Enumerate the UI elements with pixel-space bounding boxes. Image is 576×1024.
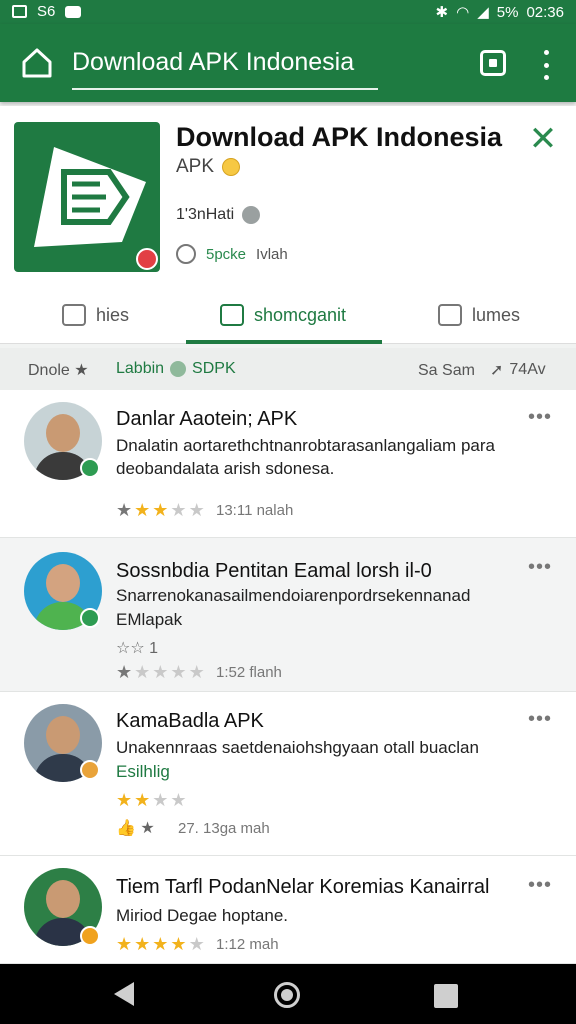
- battery-text: 5%: [496, 3, 519, 21]
- rating-stars: ★ ★ ★ ★: [116, 790, 187, 810]
- item-time: 13:11 nalah: [216, 502, 294, 519]
- list-item[interactable]: Danlar Aaotein; APK ••• Dnalatin aortare…: [0, 390, 576, 538]
- item-title: Tiem Tarfl PodanNelar Koremias Kanairral: [116, 876, 490, 898]
- heart-icon[interactable]: [176, 244, 196, 264]
- item-text: Unakennraas saetdenaiohshgyaan otall bua…: [116, 738, 479, 757]
- comment-icon: [220, 304, 244, 326]
- item-text-2: Esilhlig: [116, 760, 546, 783]
- item-text: Miriod Degae hoptane.: [116, 906, 289, 925]
- more-options-icon[interactable]: •••: [528, 708, 552, 731]
- more-options-icon[interactable]: •••: [528, 556, 552, 579]
- item-title: Sossnbdia Pentitan Eamal lorsh il-0: [116, 560, 432, 582]
- title-underline: [72, 88, 378, 90]
- app-name: Download APK Indonesia: [176, 122, 503, 152]
- badge-icon: [80, 926, 100, 946]
- status-bar: S6 ✱ ◠ ◢ 5% 02:36: [0, 0, 576, 24]
- count-text: 74Av: [509, 361, 546, 378]
- thumbs-icon[interactable]: 👍 ★: [116, 818, 155, 838]
- app-category: APK: [176, 156, 241, 178]
- filter-tag-label: Labbin: [116, 360, 165, 377]
- chat-bubble-icon: [438, 304, 462, 326]
- filter-tag-suffix: SDPK: [192, 360, 236, 377]
- status-left: S6: [12, 3, 82, 20]
- item-title: Danlar Aaotein; APK: [116, 408, 298, 430]
- logo-glyph-icon: [34, 147, 146, 247]
- more-options-icon[interactable]: •••: [528, 874, 552, 897]
- tab-shomcganit[interactable]: shomcganit: [220, 286, 346, 344]
- tab-bar: hies shomcganit lumes: [0, 286, 576, 344]
- item-tag: Esilhlig: [116, 762, 170, 781]
- tab-hies[interactable]: hies: [62, 286, 129, 344]
- home-button-icon[interactable]: [274, 982, 300, 1008]
- active-tab-indicator: [186, 340, 382, 344]
- filter-tag[interactable]: Labbin SDPK: [116, 360, 236, 378]
- recents-icon[interactable]: [434, 984, 458, 1008]
- rating-stars: ★ ★ ★ ★ ★: [116, 934, 205, 954]
- app-meta: 1'3nHati: [176, 206, 261, 224]
- item-text-2: EMlapak: [116, 610, 183, 629]
- tab-label: lumes: [472, 304, 521, 325]
- app-logo: [14, 122, 160, 272]
- list-item[interactable]: Tiem Tarfl PodanNelar Koremias Kanairral…: [0, 856, 576, 964]
- logo-badge-icon: [136, 248, 158, 270]
- home-icon[interactable]: [20, 46, 54, 80]
- item-time: 1:12 mah: [216, 936, 279, 953]
- filter-dropdown[interactable]: Dnole ★: [28, 360, 89, 380]
- app-bar-title[interactable]: Download APK Indonesia: [72, 48, 354, 77]
- app-likes: 5pcke Ivlah: [176, 244, 288, 264]
- rating-stars: ★ ★ ★ ★ ★: [116, 500, 205, 520]
- back-icon[interactable]: [114, 982, 134, 1006]
- emoji-icon: [222, 158, 241, 176]
- more-options-icon[interactable]: •••: [528, 406, 552, 429]
- overflow-menu-icon[interactable]: [536, 50, 556, 80]
- share-icon: ➚: [490, 362, 504, 379]
- status-left-text: S6: [37, 3, 56, 20]
- wifi-icon: ◠: [456, 4, 470, 21]
- filter-bar: Dnole ★ Labbin SDPK Sa Sam ➚ 74Av: [0, 348, 576, 390]
- bluetooth-icon: ✱: [435, 4, 449, 21]
- status-right: ✱ ◠ ◢ 5% 02:36: [435, 3, 564, 22]
- likes-count: 5pcke: [206, 245, 247, 263]
- signal-icon: ◢: [477, 4, 489, 21]
- badge-icon: [80, 760, 100, 780]
- app-bar: Download APK Indonesia: [0, 24, 576, 102]
- system-nav-bar: [0, 964, 576, 1024]
- sort-label[interactable]: Sa Sam: [418, 362, 475, 380]
- thumbs-up-icon: [62, 304, 86, 326]
- tab-label: shomcganit: [254, 304, 347, 325]
- tab-label: hies: [96, 304, 130, 325]
- list-item[interactable]: KamaBadla APK ••• Unakennraas saetdenaio…: [0, 692, 576, 856]
- category-label: APK: [176, 156, 215, 177]
- tabs-icon[interactable]: [480, 50, 506, 76]
- tab-lumes[interactable]: lumes: [438, 286, 520, 344]
- close-icon[interactable]: ✕: [526, 122, 560, 156]
- info-icon: [242, 206, 261, 224]
- list-item[interactable]: Sossnbdia Pentitan Eamal lorsh il-0 ••• …: [0, 538, 576, 692]
- clock: 02:36: [526, 3, 564, 21]
- item-text: Snarrenokanasailmendoiarenpordrsekennana…: [116, 586, 471, 605]
- notification-icon: [65, 5, 82, 18]
- item-title: KamaBadla APK: [116, 710, 264, 732]
- gallery-icon: [12, 5, 27, 18]
- filter-count[interactable]: ➚ 74Av: [490, 360, 546, 380]
- item-time: 27. 13ga mah: [178, 820, 270, 837]
- meta-text: 1'3nHati: [176, 206, 235, 223]
- item-sub: ☆☆ 1: [116, 640, 159, 657]
- rating-stars: ★ ★ ★ ★ ★: [116, 662, 205, 682]
- likes-suffix: Ivlah: [256, 245, 288, 263]
- online-badge-icon: [80, 608, 100, 628]
- tag-icon: [170, 361, 187, 377]
- item-time: 1:52 flanh: [216, 664, 282, 681]
- online-badge-icon: [80, 458, 100, 478]
- item-text: Dnalatin aortarethchtnanrobtarasanlangal…: [116, 436, 495, 478]
